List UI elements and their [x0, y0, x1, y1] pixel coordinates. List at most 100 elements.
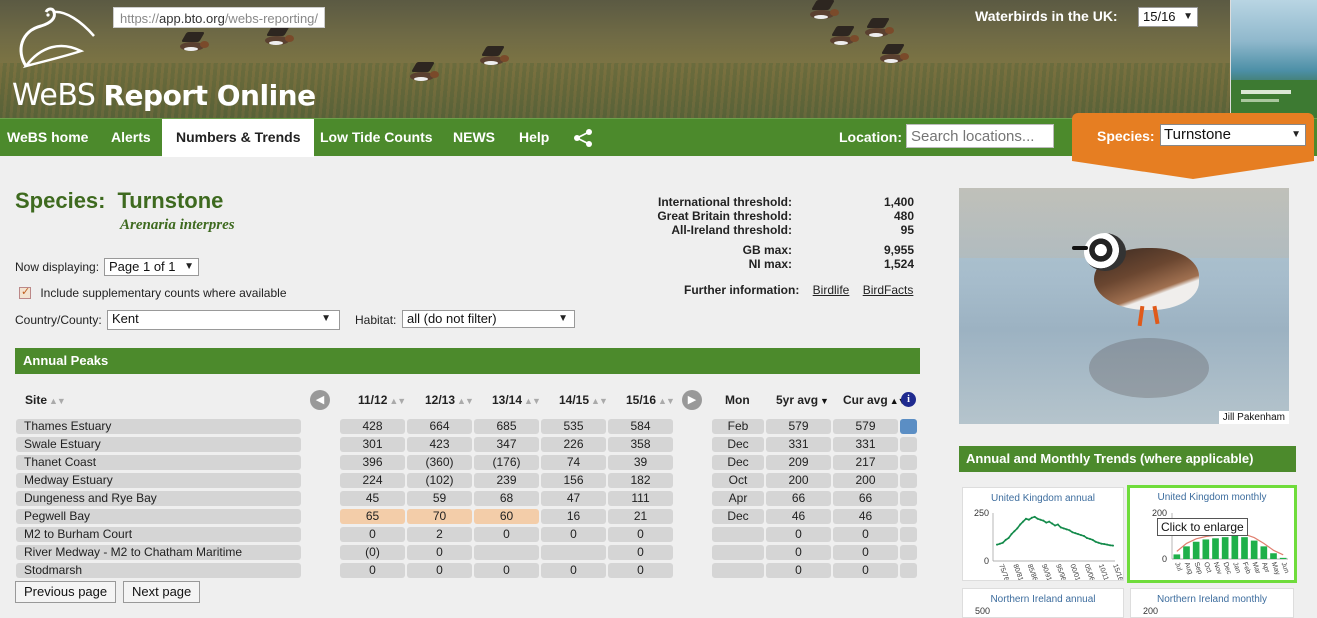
ni-annual-chart[interactable]: Northern Ireland annual 500 — [962, 588, 1124, 618]
header-banner: WeBS Report Online https://app.bto.org/we… — [0, 0, 1230, 118]
col-year[interactable]: 14/15 ▲▼ — [559, 393, 608, 407]
habitat-select[interactable]: all (do not filter) ▼ — [402, 310, 575, 328]
x-tick-label: 75/76 — [997, 563, 1010, 580]
alert-flag-cell — [900, 419, 917, 434]
site-cell: Pegwell Bay — [16, 509, 301, 524]
nav-webs-home[interactable]: WeBS home — [7, 119, 88, 157]
curlew-logo-icon — [19, 7, 95, 69]
data-point — [1010, 533, 1013, 536]
data-point — [1100, 542, 1103, 545]
col-year[interactable]: 13/14 ▲▼ — [492, 393, 541, 407]
nav-news[interactable]: NEWS — [453, 119, 495, 157]
col-year[interactable]: 12/13 ▲▼ — [425, 393, 474, 407]
table-row[interactable]: Dungeness and Rye Bay 45 59 68 47 111 Apr 66 66 — [0, 491, 920, 507]
table-row[interactable]: Swale Estuary 301 423 347 226 358 Dec 331 331 — [0, 437, 920, 453]
url-domain: app.bto.org — [159, 11, 225, 26]
species-title-label: Species: — [15, 188, 106, 213]
count-cell: 70 — [407, 509, 472, 524]
country-county-select[interactable]: Kent ▼ — [107, 310, 340, 330]
waterbirds-year-value: 15/16 — [1143, 9, 1176, 24]
table-row[interactable]: Pegwell Bay 65 70 60 16 21 Dec 46 46 — [0, 509, 920, 525]
count-cell: 423 — [407, 437, 472, 452]
col-5yr-avg[interactable]: 5yr avg ▼ — [776, 393, 829, 407]
chevron-down-icon: ▼ — [184, 261, 194, 272]
duck-image — [870, 44, 916, 64]
data-point — [1042, 519, 1045, 522]
data-point — [1048, 520, 1051, 523]
habitat-label: Habitat: — [355, 313, 397, 327]
waterbirds-report-thumbnail[interactable] — [1230, 0, 1317, 118]
cur-avg-cell: 579 — [833, 419, 898, 434]
url-prefix: https:// — [120, 11, 160, 26]
url-bar[interactable]: https://app.bto.org/webs-reporting/ — [113, 7, 326, 28]
month-cell: Oct — [712, 473, 764, 488]
next-page-button[interactable]: Next page — [123, 581, 201, 603]
table-row[interactable]: Medway Estuary 224 (102) 239 156 182 Oct 200 200 — [0, 473, 920, 489]
count-cell: 59 — [407, 491, 472, 506]
count-cell: 111 — [608, 491, 673, 506]
birdlife-link[interactable]: Birdlife — [813, 283, 850, 297]
share-icon[interactable] — [572, 128, 594, 148]
previous-page-button[interactable]: Previous page — [15, 581, 117, 603]
data-point — [1094, 540, 1097, 543]
site-cell: Thanet Coast — [16, 455, 301, 470]
nav-alerts[interactable]: Alerts — [111, 119, 151, 157]
location-search-input[interactable] — [906, 124, 1054, 148]
data-point — [1059, 526, 1062, 529]
nav-help[interactable]: Help — [519, 119, 549, 157]
month-cell: Dec — [712, 455, 764, 470]
y-tick-label: 200 — [1152, 508, 1167, 518]
col-year[interactable]: 11/12 ▲▼ — [358, 393, 406, 407]
cur-avg-cell: 200 — [833, 473, 898, 488]
avg5-cell: 0 — [766, 563, 831, 578]
uk-monthly-bar — [1212, 538, 1219, 559]
threshold-value: 1,400 — [883, 195, 914, 209]
data-point — [996, 543, 998, 546]
chart-title: Northern Ireland annual — [990, 594, 1096, 605]
uk-monthly-bar — [1221, 537, 1229, 559]
x-tick-label: Nov — [1212, 561, 1223, 576]
info-icon[interactable]: i — [901, 392, 916, 407]
col-cur-avg[interactable]: Cur avg ▲▼ — [843, 393, 907, 407]
next-years-icon[interactable]: ▶ — [682, 390, 702, 410]
duck-image — [800, 0, 846, 20]
birdfacts-link[interactable]: BirdFacts — [863, 283, 914, 297]
avg5-cell: 331 — [766, 437, 831, 452]
col-year[interactable]: 15/16 ▲▼ — [626, 393, 675, 407]
x-tick-label: 05/06 — [1083, 563, 1096, 580]
ni-monthly-chart[interactable]: Northern Ireland monthly 200 — [1130, 588, 1294, 618]
data-point — [998, 542, 1001, 545]
prev-years-icon[interactable]: ◀ — [310, 390, 330, 410]
uk-monthly-bar — [1270, 553, 1277, 559]
uk-annual-chart[interactable]: United Kingdom annual 250 0 75/76 80/81 85/8… — [962, 487, 1124, 581]
duck-image — [855, 18, 901, 38]
x-tick-label: Jul — [1173, 561, 1183, 572]
table-row[interactable]: M2 to Burham Court 0 2 0 0 0 0 0 — [0, 527, 920, 543]
data-point — [1109, 544, 1112, 547]
table-row[interactable]: Stodmarsh 0 0 0 0 0 0 0 — [0, 563, 920, 579]
nav-numbers-trends[interactable]: Numbers & Trends — [162, 119, 315, 157]
nav-low-tide-counts[interactable]: Low Tide Counts — [320, 119, 433, 157]
alert-flag-cell — [900, 545, 917, 560]
table-row[interactable]: River Medway - M2 to Chatham Maritime (0)… — [0, 545, 920, 561]
turnstone-head — [1084, 233, 1126, 271]
chevron-down-icon: ▼ — [1291, 129, 1301, 140]
col-site[interactable]: Site ▲▼ — [25, 393, 66, 407]
col-site-label: Site — [25, 393, 48, 407]
table-row[interactable]: Thames Estuary 428 664 685 535 584 Feb 579 579 — [0, 419, 920, 435]
cur-avg-cell: 0 — [833, 527, 898, 542]
col-year-label: 12/13 — [425, 393, 456, 407]
table-row[interactable]: Thanet Coast 396 (360) (176) 74 39 Dec 209 217 — [0, 455, 920, 471]
data-point — [1103, 543, 1106, 546]
waterbirds-label: Waterbirds in the UK: — [975, 8, 1118, 24]
alert-flag-cell — [900, 473, 917, 488]
col-year-label: 14/15 — [559, 393, 590, 407]
count-cell: 60 — [474, 509, 539, 524]
page-select[interactable]: Page 1 of 1 ▼ — [104, 258, 199, 276]
further-info-label: Further information: — [684, 283, 800, 297]
waterbirds-year-select[interactable]: 15/16 ▼ — [1138, 7, 1198, 27]
y-tick-label: 0 — [1162, 554, 1167, 564]
include-supplementary-checkbox[interactable] — [19, 285, 31, 299]
species-select[interactable]: Turnstone ▼ — [1160, 124, 1306, 146]
uk-monthly-trend-line — [1176, 532, 1284, 556]
